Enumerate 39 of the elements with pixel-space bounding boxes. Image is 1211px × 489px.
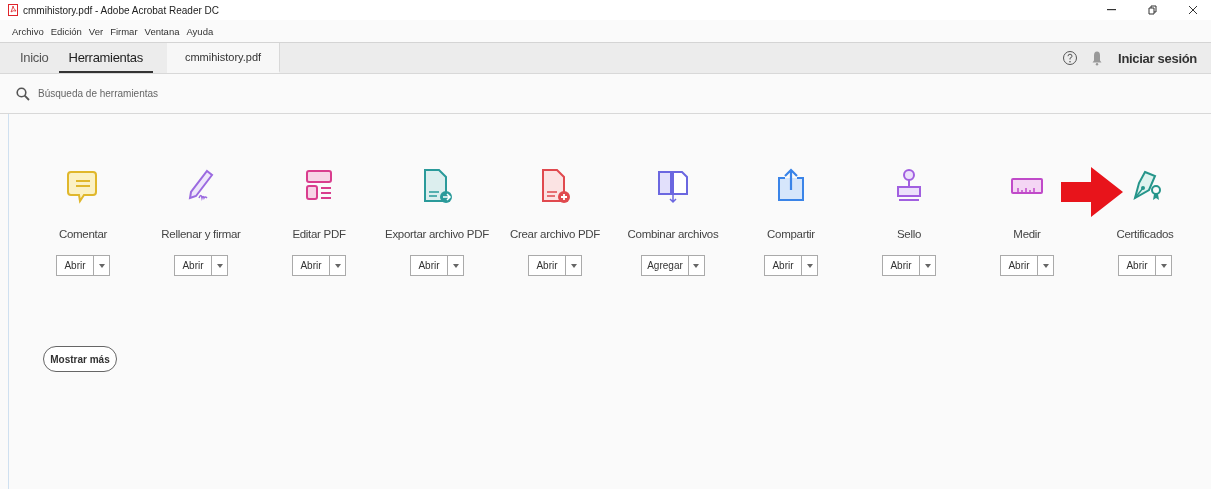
tool-name: Compartir: [767, 228, 815, 240]
menu-item[interactable]: Archivo: [12, 25, 44, 37]
search-field[interactable]: Búsqueda de herramientas: [36, 87, 340, 100]
caret-icon[interactable]: [98, 263, 105, 268]
sign-in-link[interactable]: Iniciar sesión: [1118, 50, 1197, 66]
minimize-icon[interactable]: [1106, 9, 1116, 11]
menu-item[interactable]: Firmar: [110, 25, 138, 37]
search-icon: [16, 86, 30, 101]
close-icon[interactable]: [1188, 5, 1198, 15]
caret-icon[interactable]: [334, 263, 341, 268]
document-tab[interactable]: cmmihistory.pdf: [167, 43, 280, 73]
caret-icon[interactable]: [693, 263, 700, 268]
window-title: cmmihistory.pdf - Adobe Acrobat Reader DC: [23, 4, 219, 16]
pdf-file-icon: [8, 4, 18, 16]
arrow-annotation-icon: [1061, 167, 1123, 217]
caret-icon[interactable]: [1160, 263, 1167, 268]
menu-item[interactable]: Ventana: [144, 25, 180, 37]
show-more-button[interactable]: Mostrar más: [43, 346, 117, 372]
tool-name: Exportar archivo PDF: [385, 228, 489, 240]
tool-name: Sello: [896, 228, 922, 240]
menu-item[interactable]: Ayuda: [186, 25, 214, 37]
tool-name: Comentar: [58, 228, 108, 240]
tool-name: Rellenar y firmar: [161, 228, 241, 240]
caret-icon[interactable]: [924, 263, 931, 268]
tool-name: Certificados: [1116, 228, 1174, 240]
restore-icon[interactable]: [1147, 5, 1157, 15]
tool-name: Crear archivo PDF: [509, 228, 601, 240]
tool-name: Medir: [1013, 228, 1041, 240]
caret-icon[interactable]: [452, 263, 459, 268]
tool-name: Combinar archivos: [627, 228, 719, 240]
tab[interactable]: Inicio: [10, 43, 59, 73]
help-icon[interactable]: [1062, 50, 1079, 66]
caret-icon[interactable]: [806, 263, 813, 268]
menu-item[interactable]: Edición: [50, 25, 82, 37]
caret-icon[interactable]: [216, 263, 223, 268]
caret-icon[interactable]: [570, 263, 577, 268]
caret-icon[interactable]: [1042, 263, 1049, 268]
menu-item[interactable]: Ver: [88, 25, 104, 37]
tool-name: Editar PDF: [292, 228, 346, 240]
